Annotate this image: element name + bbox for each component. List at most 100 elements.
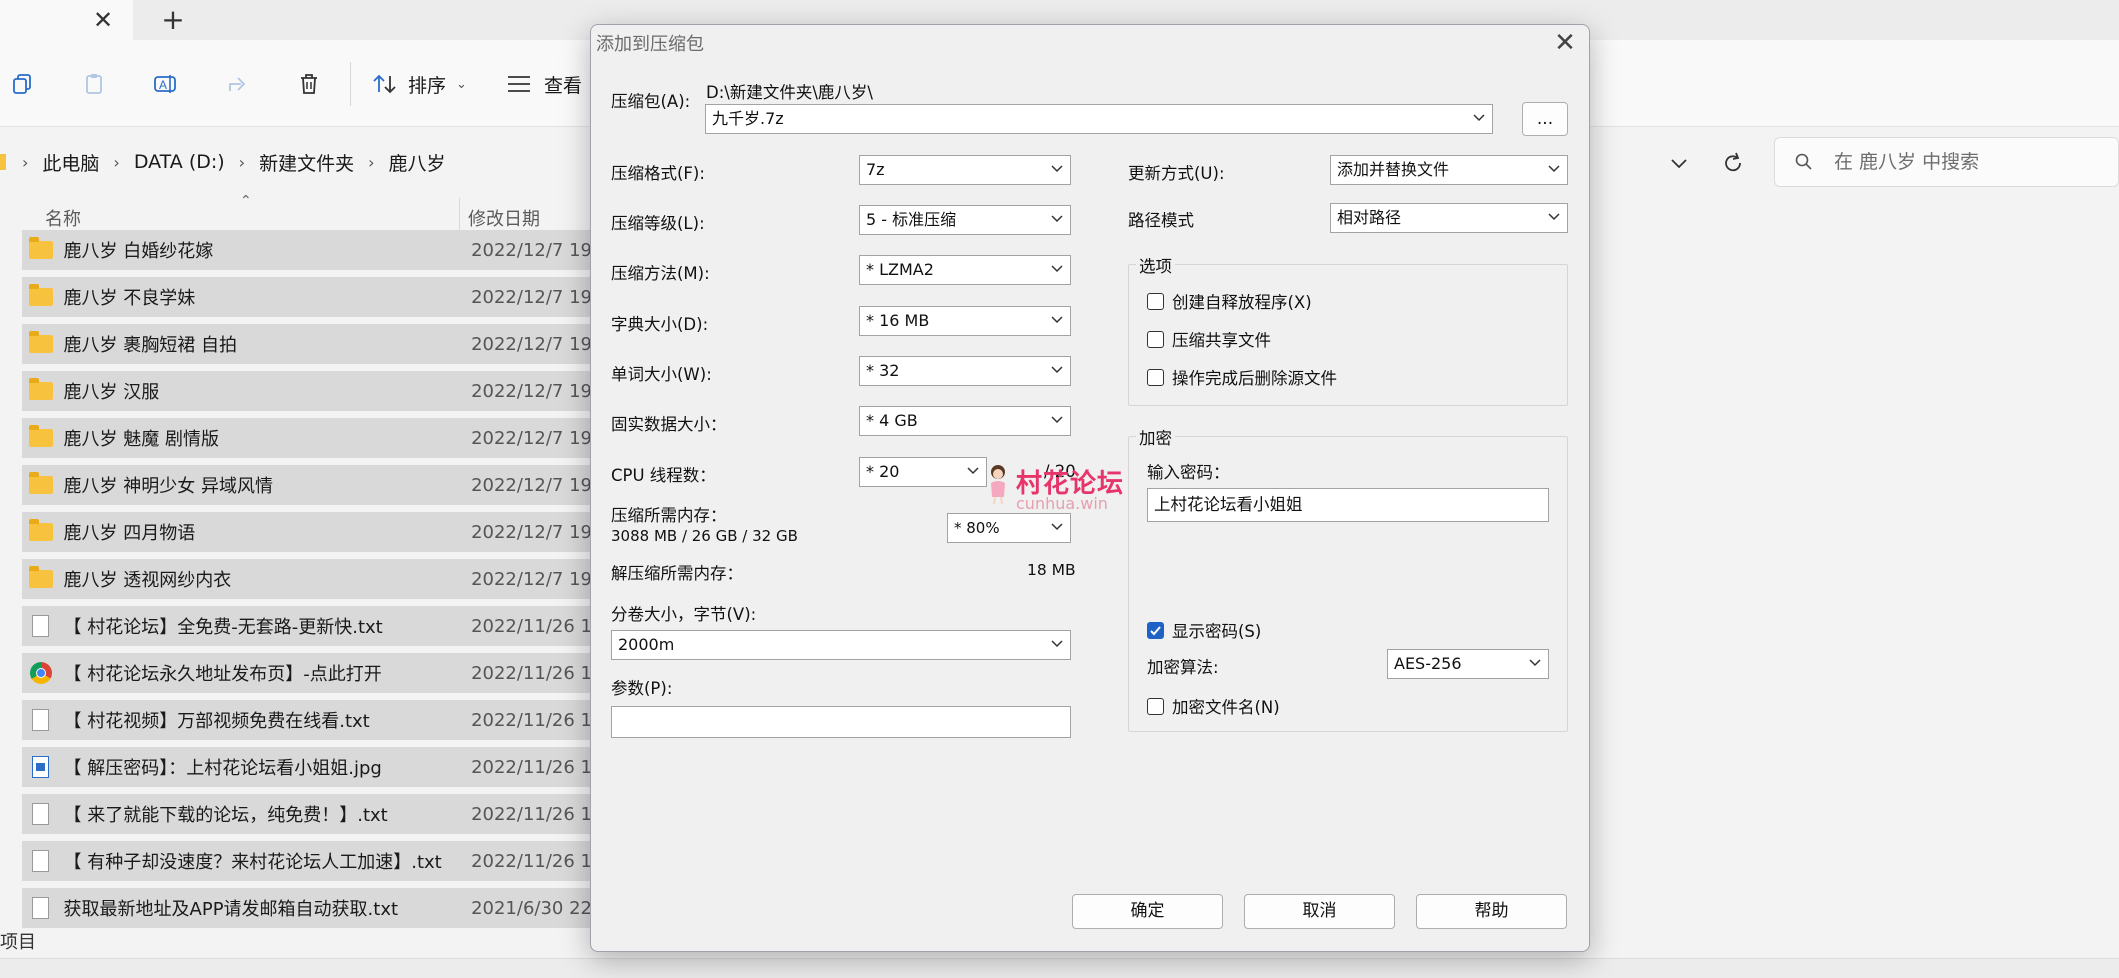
breadcrumb-item[interactable]: 新建文件夹 [259, 149, 354, 176]
list-item[interactable]: 【 有种子却没速度？来村花论坛人工加速】.txt 2022/11/26 1 [22, 841, 592, 881]
view-button[interactable]: 查看 [506, 66, 582, 102]
breadcrumb-item[interactable]: 鹿八岁 [389, 149, 446, 176]
word-select[interactable]: * 32 [859, 356, 1071, 386]
archive-name-combo[interactable]: 九千岁.7z [705, 104, 1493, 134]
file-date: 2022/11/26 1 [471, 850, 592, 872]
list-item[interactable]: 鹿八岁 汉服 2022/12/7 19 [22, 371, 592, 411]
window-bottom-edge [0, 958, 2119, 978]
folder-icon [28, 425, 54, 451]
path-mode-select[interactable]: 相对路径 [1330, 203, 1568, 233]
breadcrumb-item[interactable]: DATA (D:) [134, 151, 225, 173]
close-tab-icon[interactable]: ✕ [88, 6, 118, 34]
chevron-down-icon [1051, 640, 1063, 648]
solid-label: 固实数据大小： [611, 415, 727, 434]
volume-value: 2000m [618, 635, 675, 654]
show-password-checkbox[interactable]: 显示密码(S) [1147, 618, 1261, 642]
list-item[interactable]: 鹿八岁 魅魔 剧情版 2022/12/7 19 [22, 418, 592, 458]
breadcrumb-item[interactable]: 此电脑 [42, 149, 99, 176]
chevron-down-icon[interactable] [1664, 148, 1694, 178]
method-value: * LZMA2 [866, 260, 934, 279]
cancel-button[interactable]: 取消 [1244, 894, 1395, 929]
file-date: 2022/12/7 19 [471, 380, 592, 402]
list-item[interactable]: 【 解压密码】：上村花论坛看小姐姐.jpg 2022/11/26 1 [22, 747, 592, 787]
password-input[interactable]: 上村花论坛看小姐姐 [1147, 488, 1549, 522]
shared-checkbox[interactable]: 压缩共享文件 [1147, 327, 1271, 351]
decomp-value: 18 MB [1027, 561, 1076, 579]
enc-method-select[interactable]: AES-256 [1387, 649, 1549, 679]
level-label: 压缩等级(L): [611, 214, 705, 233]
list-item[interactable]: 【 村花视频】万部视频免费在线看.txt 2022/11/26 1 [22, 700, 592, 740]
encrypt-names-checkbox[interactable]: 加密文件名(N) [1147, 694, 1280, 718]
paste-icon[interactable] [76, 66, 112, 102]
mem-percent-select[interactable]: * 80% [947, 513, 1071, 543]
list-item[interactable]: 鹿八岁 裹胸短裙 自拍 2022/12/7 19 [22, 324, 592, 364]
list-item[interactable]: 【 村花论坛】全免费-无套路-更新快.txt 2022/11/26 1 [22, 606, 592, 646]
sort-ascending-icon: ⌃ [240, 193, 252, 209]
column-divider[interactable] [459, 198, 460, 234]
volume-combo[interactable]: 2000m [611, 630, 1071, 660]
file-name: 鹿八岁 神明少女 异域风情 [63, 476, 273, 497]
list-item[interactable]: 鹿八岁 神明少女 异域风情 2022/12/7 19 [22, 465, 592, 505]
checkbox-unchecked-icon[interactable] [1147, 330, 1164, 348]
cpu-value: * 20 [866, 462, 900, 481]
list-item[interactable]: 鹿八岁 白婚纱花嫁 2022/12/7 19 [22, 230, 592, 270]
params-input[interactable] [611, 706, 1071, 738]
list-item[interactable]: 【 村花论坛永久地址发布页】-点此打开 2022/11/26 1 [22, 653, 592, 693]
cpu-select[interactable]: * 20 [859, 457, 987, 487]
column-date[interactable]: 修改日期 [468, 205, 540, 231]
new-tab-icon[interactable]: + [155, 4, 191, 36]
method-select[interactable]: * LZMA2 [859, 255, 1071, 285]
browse-button[interactable]: ... [1522, 102, 1568, 136]
chrome-icon [28, 660, 54, 686]
view-icon [508, 76, 530, 92]
level-select[interactable]: 5 - 标准压缩 [859, 205, 1071, 235]
ok-button[interactable]: 确定 [1072, 894, 1223, 929]
file-name: 鹿八岁 透视网纱内衣 [63, 570, 232, 591]
copy-icon[interactable] [4, 66, 40, 102]
cpu-label: CPU 线程数： [611, 466, 716, 485]
file-date: 2022/11/26 1 [471, 756, 592, 778]
chevron-down-icon [1473, 114, 1485, 122]
file-name: 鹿八岁 魅魔 剧情版 [63, 429, 219, 450]
checkbox-unchecked-icon[interactable] [1147, 368, 1164, 386]
file-date: 2022/11/26 1 [471, 709, 592, 731]
encrypt-names-label: 加密文件名(N) [1172, 698, 1280, 717]
folder-icon [28, 519, 54, 545]
list-item[interactable]: 获取最新地址及APP请发邮箱自动获取.txt 2021/6/30 22 [22, 888, 592, 928]
encryption-title: 加密 [1136, 425, 1175, 449]
solid-select[interactable]: * 4 GB [859, 406, 1071, 436]
word-label: 单词大小(W): [611, 365, 712, 384]
list-item[interactable]: 鹿八岁 不良学妹 2022/12/7 19 [22, 277, 592, 317]
delete-icon[interactable] [291, 66, 327, 102]
rename-icon[interactable]: A [148, 66, 184, 102]
show-password-label: 显示密码(S) [1172, 622, 1262, 641]
refresh-icon[interactable] [1718, 148, 1748, 178]
file-name: 【 村花视频】万部视频免费在线看.txt [63, 711, 370, 732]
checkbox-unchecked-icon[interactable] [1147, 292, 1164, 310]
chevron-down-icon [1051, 316, 1063, 324]
list-item[interactable]: 鹿八岁 四月物语 2022/12/7 19 [22, 512, 592, 552]
chevron-down-icon [1051, 165, 1063, 173]
share-icon[interactable] [220, 66, 256, 102]
chevron-right-icon: › [368, 152, 375, 172]
column-name[interactable]: 名称 [45, 205, 81, 231]
dict-select[interactable]: * 16 MB [859, 306, 1071, 336]
sort-button[interactable]: 排序 ⌄ [372, 66, 467, 102]
file-date: 2022/12/7 19 [471, 286, 592, 308]
delete-after-label: 操作完成后删除源文件 [1172, 369, 1337, 388]
view-label: 查看 [544, 74, 583, 97]
checkbox-checked-icon[interactable] [1147, 621, 1164, 639]
list-item[interactable]: 【 来了就能下载的论坛，纯免费！】.txt 2022/11/26 1 [22, 794, 592, 834]
folder-icon [0, 154, 6, 170]
help-button[interactable]: 帮助 [1416, 894, 1567, 929]
checkbox-unchecked-icon[interactable] [1147, 697, 1164, 715]
close-icon[interactable]: ✕ [1550, 28, 1580, 58]
format-select[interactable]: 7z [859, 155, 1071, 185]
file-date: 2022/12/7 19 [471, 239, 592, 261]
folder-icon [28, 378, 54, 404]
sfx-checkbox[interactable]: 创建自释放程序(X) [1147, 289, 1312, 313]
update-select[interactable]: 添加并替换文件 [1330, 155, 1568, 185]
delete-after-checkbox[interactable]: 操作完成后删除源文件 [1147, 365, 1337, 389]
file-date: 2022/12/7 19 [471, 333, 592, 355]
list-item[interactable]: 鹿八岁 透视网纱内衣 2022/12/7 19 [22, 559, 592, 599]
